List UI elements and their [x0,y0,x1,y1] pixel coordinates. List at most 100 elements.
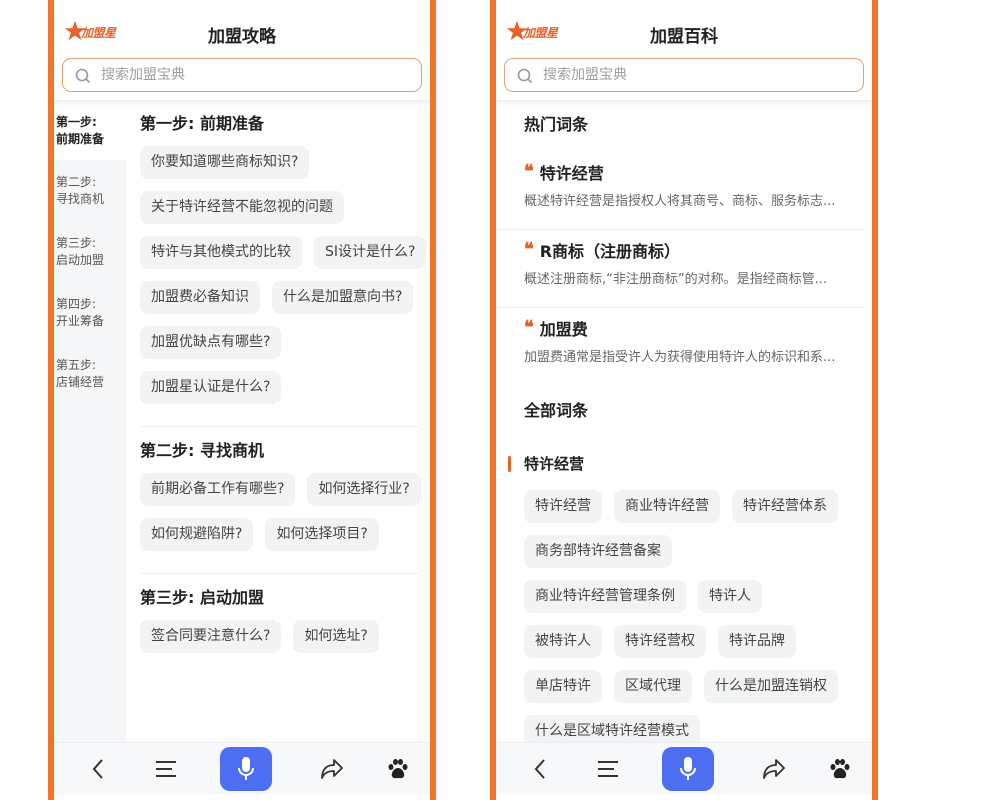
sidebar-item-label: 寻找商机 [56,192,105,206]
share-icon [763,759,785,779]
hot-entries-heading: 热门词条 [524,115,589,134]
entry-title-text: 特许经营 [539,164,604,183]
term-chip[interactable]: 什么是加盟连销权 [704,670,838,703]
back-button[interactable] [524,753,556,785]
sidebar-item-step1[interactable]: 第一步: 前期准备 [54,106,126,160]
top-bar: 加盟星 加盟攻略 [54,6,430,58]
phone-screen-encyclopedia: 加盟星 加盟百科 热门词条 ❝ 特许经营 概述特许经营是指授权人将其商号、商标、服… [490,0,878,800]
entry-title-text: 加盟费 [539,320,588,339]
quote-icon: ❝ [524,317,534,338]
question-chip[interactable]: 关于特许经营不能忽视的问题 [140,191,344,224]
entry-card[interactable]: ❝ R商标（注册商标） 概述注册商标,“非注册商标”的对称。是指经商标管... [496,230,864,308]
paw-icon [388,759,408,779]
search-box[interactable] [62,58,422,92]
category-title: 特许经营 [524,455,585,473]
sidebar-item-step5[interactable]: 第五步: 店铺经营 [54,343,126,404]
voice-button[interactable] [662,747,714,791]
question-list: 签合同要注意什么? 如何选址? [140,620,430,653]
search-input[interactable] [543,59,843,90]
question-list: 你要知道哪些商标知识? 关于特许经营不能忽视的问题 特许与其他模式的比较 SI设… [140,146,430,404]
share-button[interactable] [758,753,790,785]
back-button[interactable] [82,753,114,785]
menu-button[interactable] [592,753,624,785]
term-chip[interactable]: 商务部特许经营备案 [524,535,672,568]
voice-button[interactable] [220,747,272,791]
question-chip[interactable]: 加盟星认证是什么? [140,371,282,404]
phone-screen-guide: 加盟星 加盟攻略 第一步: 前期准备 第二步: 寻找商机 第三步: 启动加盟 第四步:… [48,0,436,800]
top-bar: 加盟星 加盟百科 [496,6,872,58]
divider [140,573,420,574]
back-arrow-icon [534,759,545,779]
sidebar-item-label: 第二步: [56,175,97,189]
search-box[interactable] [504,58,864,92]
term-chip[interactable]: 特许经营权 [614,625,706,658]
question-chip[interactable]: 签合同要注意什么? [140,620,282,653]
question-list: 前期必备工作有哪些? 如何选择行业? 如何规避陷阱? 如何选择项目? [140,473,430,551]
menu-icon [156,761,176,777]
terms-list: 特许经营 商业特许经营 特许经营体系 商务部特许经营备案 商业特许经营管理条例 … [496,484,872,748]
entry-title: ❝ 特许经营 [524,160,846,184]
question-chip[interactable]: 如何选择行业? [307,473,421,506]
term-chip[interactable]: 特许经营 [524,490,602,523]
question-chip[interactable]: SI设计是什么? [314,236,427,269]
share-button[interactable] [316,753,348,785]
bottom-toolbar [54,742,430,794]
bottom-toolbar [496,742,872,794]
step-sidebar: 第一步: 前期准备 第二步: 寻找商机 第三步: 启动加盟 第四步: 开业筹备 第五步:… [54,106,126,750]
term-chip[interactable]: 区域代理 [614,670,692,703]
question-chip[interactable]: 如何选择项目? [265,518,379,551]
quote-icon: ❝ [524,239,534,260]
sidebar-item-label: 第五步: [56,358,97,372]
sidebar-item-step3[interactable]: 第三步: 启动加盟 [54,221,126,282]
term-chip[interactable]: 特许人 [698,580,762,613]
question-chip[interactable]: 加盟优缺点有哪些? [140,326,282,359]
entry-title: ❝ 加盟费 [524,316,846,340]
encyclopedia-content: 热门词条 ❝ 特许经营 概述特许经营是指授权人将其商号、商标、服务标志... ❝ R… [496,106,872,748]
entry-card[interactable]: ❝ 加盟费 加盟费通常是指受许人为获得使用特许人的标识和系... [496,308,864,386]
section-title: 第一步: 前期准备 [140,114,264,133]
microphone-icon [680,757,696,780]
menu-button[interactable] [150,753,182,785]
question-chip[interactable]: 你要知道哪些商标知识? [140,146,310,179]
sidebar-item-step2[interactable]: 第二步: 寻找商机 [54,160,126,221]
question-chip[interactable]: 如何规避陷阱? [140,518,254,551]
hot-entries-list: ❝ 特许经营 概述特许经营是指授权人将其商号、商标、服务标志... ❝ R商标（注册… [496,152,872,386]
sidebar-item-label: 店铺经营 [56,375,105,389]
question-chip[interactable]: 什么是加盟意向书? [272,281,414,314]
section-title: 第三步: 启动加盟 [140,588,264,607]
search-icon [75,68,91,84]
sidebar-item-label: 第一步: [56,115,97,129]
page-title: 加盟百科 [650,27,718,47]
entry-title-text: R商标（注册商标） [539,242,681,261]
term-chip[interactable]: 商业特许经营 [614,490,720,523]
home-button[interactable] [824,753,856,785]
entry-description: 加盟费通常是指受许人为获得使用特许人的标识和系... [524,350,836,365]
paw-icon [830,759,850,779]
all-entries-heading: 全部词条 [524,401,589,420]
share-icon [321,759,343,779]
term-chip[interactable]: 被特许人 [524,625,602,658]
entry-description: 概述特许经营是指授权人将其商号、商标、服务标志... [524,194,836,209]
section-title: 第二步: 寻找商机 [140,441,264,460]
term-chip[interactable]: 特许经营体系 [732,490,838,523]
search-icon [517,68,533,84]
sidebar-item-step4[interactable]: 第四步: 开业筹备 [54,282,126,343]
category-heading: 特许经营 [496,444,872,484]
menu-icon [598,761,618,777]
term-chip[interactable]: 商业特许经营管理条例 [524,580,686,613]
term-chip[interactable]: 特许品牌 [718,625,796,658]
question-chip[interactable]: 特许与其他模式的比较 [140,236,302,269]
guide-content: 第一步: 前期准备 你要知道哪些商标知识? 关于特许经营不能忽视的问题 特许与其… [140,106,427,653]
term-chip[interactable]: 单店特许 [524,670,602,703]
question-chip[interactable]: 加盟费必备知识 [140,281,260,314]
search-input[interactable] [101,59,401,90]
question-chip[interactable]: 前期必备工作有哪些? [140,473,296,506]
page-title: 加盟攻略 [208,27,276,47]
sidebar-item-label: 启动加盟 [56,253,105,267]
entry-description: 概述注册商标,“非注册商标”的对称。是指经商标管... [524,272,827,287]
category-marker [508,456,511,472]
back-arrow-icon [92,759,103,779]
entry-card[interactable]: ❝ 特许经营 概述特许经营是指授权人将其商号、商标、服务标志... [496,152,864,230]
home-button[interactable] [382,753,414,785]
question-chip[interactable]: 如何选址? [293,620,379,653]
